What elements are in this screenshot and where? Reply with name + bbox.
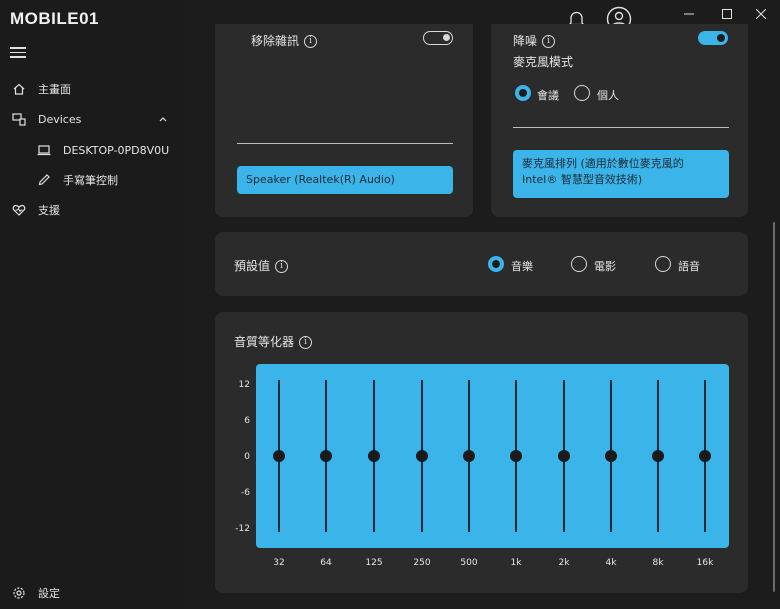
noise-removal-label: 移除雜訊 i <box>251 32 318 49</box>
gear-icon <box>11 585 27 601</box>
eq-slider-knob-4k[interactable] <box>605 450 617 462</box>
radio-meeting[interactable] <box>515 85 531 101</box>
microphone-card: 降噪 i 麥克風模式 會議 個人 麥克風排列 (適用於數位麥克風的 Intel® … <box>491 24 748 217</box>
eq-band-label: 125 <box>365 558 383 568</box>
sidebar: MOBILE01 主畫面 Devices DESKTOP-0PD8V0U 手寫筆… <box>0 0 183 609</box>
heart-support-icon <box>11 202 27 218</box>
eq-band-label: 16k <box>696 558 714 568</box>
info-icon[interactable]: i <box>299 336 313 349</box>
eq-slider-knob-8k[interactable] <box>652 450 664 462</box>
chevron-up-icon[interactable] <box>157 113 169 125</box>
sidebar-item-home[interactable]: 主畫面 <box>0 75 183 103</box>
radio-movie[interactable] <box>571 256 587 272</box>
eq-y-tick-label: 12 <box>238 380 250 390</box>
sidebar-item-pen-control[interactable]: 手寫筆控制 <box>0 166 183 194</box>
noise-removal-card: 移除雜訊 i Speaker (Realtek(R) Audio) <box>215 24 473 217</box>
scrollbar[interactable] <box>773 222 775 592</box>
sidebar-item-support[interactable]: 支援 <box>0 196 183 224</box>
radio-music[interactable] <box>488 256 504 272</box>
eq-slider-knob-500[interactable] <box>463 450 475 462</box>
noise-reduction-toggle[interactable] <box>698 31 728 45</box>
sidebar-item-desktop[interactable]: DESKTOP-0PD8V0U <box>0 136 183 164</box>
eq-slider-knob-32[interactable] <box>273 450 285 462</box>
radio-voice[interactable] <box>655 256 671 272</box>
mic-mode-label: 麥克風模式 <box>513 55 574 69</box>
sidebar-item-label: 主畫面 <box>38 83 71 96</box>
eq-slider-knob-1k[interactable] <box>510 450 522 462</box>
preset-card: 預設值 i 音樂 電影 語音 <box>215 232 748 296</box>
eq-band-label: 4k <box>605 558 617 568</box>
mobile01-logo-icon: MOBILE01 <box>10 9 99 28</box>
sidebar-item-devices[interactable]: Devices <box>0 105 183 133</box>
radio-movie-label: 電影 <box>594 260 616 273</box>
eq-slider-knob-125[interactable] <box>368 450 380 462</box>
info-icon[interactable]: i <box>275 260 289 273</box>
eq-y-tick-label: 0 <box>244 452 250 462</box>
info-icon[interactable]: i <box>304 35 318 48</box>
radio-meeting-label: 會議 <box>537 89 559 102</box>
divider <box>513 127 729 128</box>
sidebar-item-label: 手寫筆控制 <box>63 174 118 187</box>
home-icon <box>11 81 27 97</box>
speaker-device-button[interactable]: Speaker (Realtek(R) Audio) <box>237 166 453 194</box>
eq-y-tick-label: 6 <box>244 416 250 426</box>
hamburger-menu-icon[interactable] <box>10 44 26 60</box>
sidebar-item-label: 設定 <box>38 587 60 600</box>
sidebar-item-label: DESKTOP-0PD8V0U <box>63 143 170 157</box>
mic-array-button[interactable]: 麥克風排列 (適用於數位麥克風的 Intel® 智慧型音效技術) <box>513 150 729 198</box>
eq-slider-knob-16k[interactable] <box>699 450 711 462</box>
app-logo: MOBILE01 <box>10 6 144 30</box>
divider <box>237 143 453 144</box>
close-icon <box>756 9 766 19</box>
eq-y-tick-label: -12 <box>235 524 250 534</box>
sidebar-item-label: 支援 <box>38 204 60 217</box>
eq-band-label: 500 <box>460 558 478 568</box>
preset-label: 預設值 i <box>234 257 289 274</box>
sidebar-item-label: Devices <box>38 112 82 126</box>
eq-slider-knob-2k[interactable] <box>558 450 570 462</box>
minimize-icon <box>684 13 694 15</box>
radio-personal[interactable] <box>574 85 590 101</box>
devices-icon <box>11 111 27 127</box>
radio-voice-label: 語音 <box>678 260 700 273</box>
laptop-icon <box>36 142 52 158</box>
maximize-icon <box>722 9 732 19</box>
eq-slider-knob-250[interactable] <box>416 450 428 462</box>
noise-reduction-label: 降噪 i <box>513 32 556 49</box>
eq-y-tick-label: -6 <box>241 488 250 498</box>
sidebar-item-settings[interactable]: 設定 <box>0 579 183 607</box>
eq-band-label: 64 <box>320 558 332 568</box>
logo-text: MOBILE01 <box>10 9 99 28</box>
eq-band-label: 1k <box>510 558 522 568</box>
equalizer-panel[interactable] <box>256 364 729 548</box>
info-icon[interactable]: i <box>542 35 556 48</box>
eq-band-label: 32 <box>273 558 285 568</box>
noise-removal-toggle[interactable] <box>423 31 453 45</box>
eq-band-label: 250 <box>413 558 431 568</box>
eq-slider-knob-64[interactable] <box>320 450 332 462</box>
equalizer-title: 音質等化器 i <box>234 333 313 350</box>
eq-band-label: 8k <box>652 558 664 568</box>
eq-band-label: 2k <box>558 558 570 568</box>
pen-icon <box>36 172 52 188</box>
radio-music-label: 音樂 <box>511 260 533 273</box>
radio-personal-label: 個人 <box>597 89 619 102</box>
